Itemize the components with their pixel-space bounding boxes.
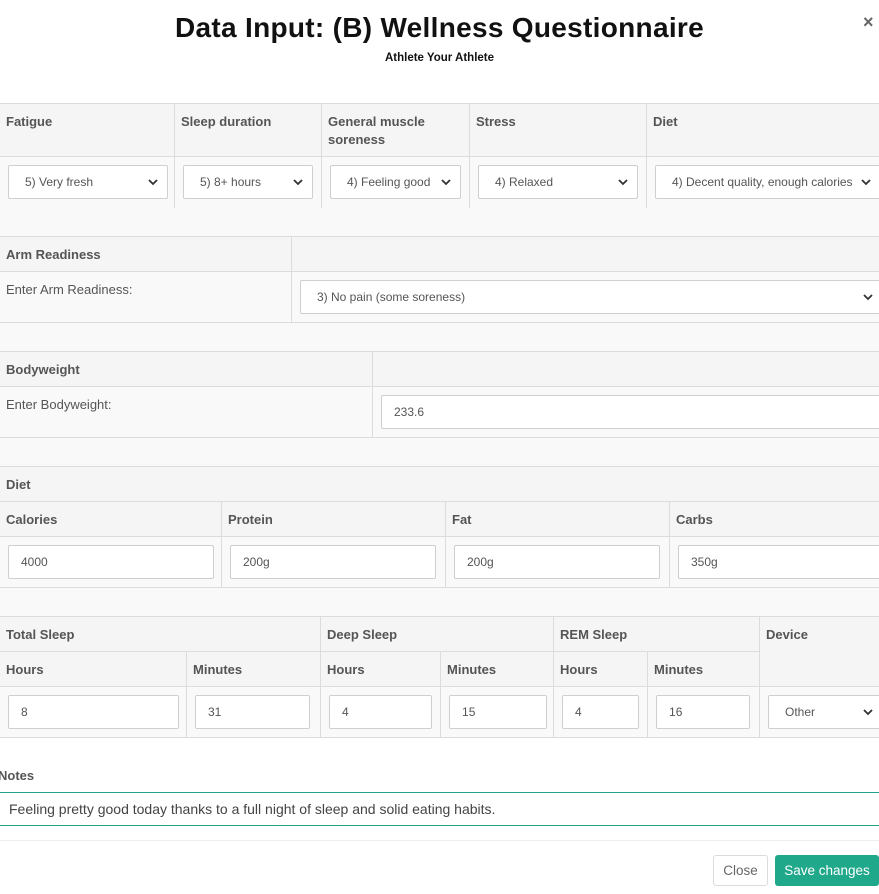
- wellness-table: Fatigue Sleep duration General muscle so…: [0, 103, 879, 209]
- notes-input[interactable]: Feeling pretty good today thanks to a fu…: [0, 792, 879, 826]
- save-button[interactable]: Save changes: [775, 855, 879, 886]
- fatigue-select[interactable]: 5) Very fresh: [8, 165, 168, 199]
- deep-hours-cell: 4: [320, 686, 442, 738]
- deep-minutes-cell: 15: [440, 686, 555, 738]
- total-hours-cell: 8: [0, 686, 187, 738]
- device-select[interactable]: Other: [768, 695, 879, 729]
- diet-col-protein: Protein: [221, 501, 446, 537]
- modal-title: Data Input: (B) Wellness Questionnaire: [175, 12, 704, 43]
- close-button[interactable]: Close: [713, 855, 768, 886]
- diet-quality-select-value: 4) Decent quality, enough calories: [672, 175, 853, 189]
- diet-quality-cell: 4) Decent quality, enough calories: [646, 156, 879, 209]
- calories-input[interactable]: 4000: [8, 545, 214, 579]
- deep-sleep-header: Deep Sleep: [320, 616, 555, 652]
- modal-header: Data Input: (B) Wellness Questionnaire A…: [0, 0, 879, 86]
- diet-col-calories: Calories: [0, 501, 222, 537]
- deep-hours-header: Hours: [320, 651, 442, 687]
- bodyweight-cell: 233.6: [372, 386, 879, 438]
- arm-readiness-table: Arm Readiness Enter Arm Readiness: 3) No…: [0, 236, 879, 323]
- chevron-down-icon: [292, 166, 304, 198]
- fat-input[interactable]: 200g: [454, 545, 660, 579]
- bodyweight-input[interactable]: 233.6: [381, 395, 879, 429]
- sleep-duration-select[interactable]: 5) 8+ hours: [183, 165, 313, 199]
- total-hours-input[interactable]: 8: [8, 695, 179, 729]
- footer-divider: [0, 840, 879, 841]
- chevron-down-icon: [617, 166, 629, 198]
- arm-readiness-header: Arm Readiness: [0, 236, 292, 272]
- diet-table: Diet Calories Protein Fat Carbs 4000 200…: [0, 466, 879, 588]
- rem-hours-cell: 4: [553, 686, 649, 738]
- rem-hours-input[interactable]: 4: [562, 695, 640, 729]
- deep-hours-input[interactable]: 4: [329, 695, 433, 729]
- sleep-duration-cell: 5) 8+ hours: [174, 156, 322, 209]
- modal-subtitle: Athlete Your Athlete: [384, 52, 495, 64]
- rem-minutes-header: Minutes: [647, 651, 761, 687]
- total-minutes-cell: 31: [185, 686, 322, 738]
- total-minutes-input[interactable]: 31: [195, 695, 310, 729]
- total-minutes-header: Minutes: [185, 651, 322, 687]
- rem-minutes-input[interactable]: 16: [656, 695, 751, 729]
- chevron-down-icon: [860, 166, 872, 198]
- carbs-cell: 350g: [669, 536, 879, 588]
- section-spacer: [0, 588, 879, 616]
- device-header: Device: [759, 616, 879, 687]
- diet-quality-select[interactable]: 4) Decent quality, enough calories: [655, 165, 879, 199]
- chevron-down-icon: [862, 281, 874, 313]
- bodyweight-header: Bodyweight: [0, 351, 373, 387]
- bodyweight-table: Bodyweight Enter Bodyweight: 233.6: [0, 351, 879, 438]
- muscle-soreness-select[interactable]: 4) Feeling good: [330, 165, 461, 199]
- chevron-down-icon: [440, 166, 452, 198]
- section-spacer: [0, 208, 879, 236]
- arm-readiness-select-value: 3) No pain (some soreness): [317, 290, 466, 304]
- arm-readiness-header-blank: [291, 236, 879, 272]
- protein-input[interactable]: 200g: [230, 545, 436, 579]
- header-diet: Diet: [646, 103, 879, 157]
- rem-minutes-cell: 16: [647, 686, 761, 738]
- diet-header: Diet: [0, 466, 879, 502]
- stress-select[interactable]: 4) Relaxed: [478, 165, 638, 199]
- fat-cell: 200g: [445, 536, 670, 588]
- device-cell: Other: [759, 686, 879, 738]
- section-spacer: [0, 323, 879, 351]
- arm-readiness-select[interactable]: 3) No pain (some soreness): [300, 280, 879, 314]
- header-stress: Stress: [469, 103, 647, 157]
- header-sleep-duration: Sleep duration: [174, 103, 322, 157]
- calories-cell: 4000: [0, 536, 222, 588]
- stress-cell: 4) Relaxed: [469, 156, 647, 209]
- arm-readiness-label: Enter Arm Readiness:: [0, 271, 292, 323]
- total-hours-header: Hours: [0, 651, 187, 687]
- carbs-input[interactable]: 350g: [678, 545, 879, 579]
- sleep-table: Total Sleep Deep Sleep REM Sleep Device …: [0, 616, 879, 738]
- bodyweight-header-blank: [372, 351, 879, 387]
- chevron-down-icon: [862, 696, 875, 728]
- notes-label: Notes: [0, 768, 35, 783]
- header-muscle-soreness: General muscle soreness: [321, 103, 470, 157]
- deep-minutes-input[interactable]: 15: [449, 695, 548, 729]
- chevron-down-icon: [147, 166, 159, 198]
- section-spacer: [0, 438, 879, 466]
- protein-cell: 200g: [221, 536, 446, 588]
- fatigue-select-value: 5) Very fresh: [25, 175, 94, 189]
- stress-select-value: 4) Relaxed: [495, 175, 554, 189]
- header-fatigue: Fatigue: [0, 103, 175, 157]
- diet-col-fat: Fat: [445, 501, 670, 537]
- arm-readiness-cell: 3) No pain (some soreness): [291, 271, 879, 323]
- rem-sleep-header: REM Sleep: [553, 616, 761, 652]
- total-sleep-header: Total Sleep: [0, 616, 322, 652]
- deep-minutes-header: Minutes: [440, 651, 555, 687]
- rem-hours-header: Hours: [553, 651, 649, 687]
- close-icon[interactable]: ×: [863, 12, 879, 34]
- bodyweight-label: Enter Bodyweight:: [0, 386, 373, 438]
- muscle-soreness-cell: 4) Feeling good: [321, 156, 470, 209]
- fatigue-cell: 5) Very fresh: [0, 156, 175, 209]
- diet-col-carbs: Carbs: [669, 501, 879, 537]
